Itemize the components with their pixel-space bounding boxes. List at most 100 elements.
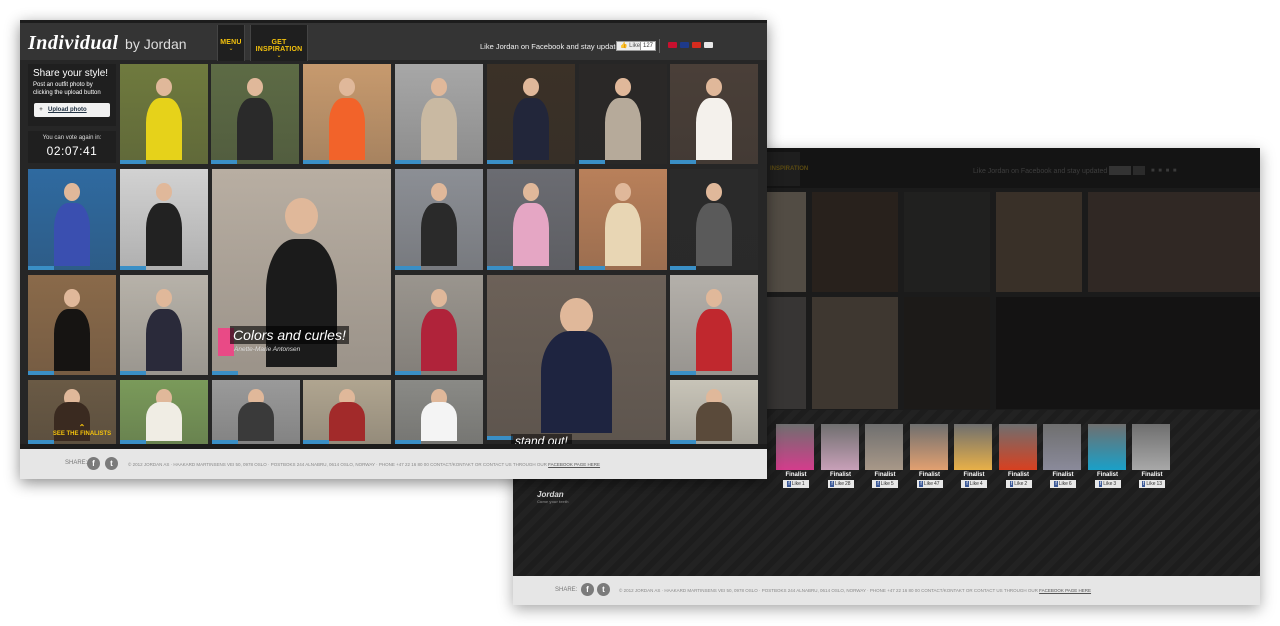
finalist-like-count: 13 [1156,481,1163,487]
photo-tile[interactable] [670,64,758,164]
photo-tile[interactable] [303,380,391,444]
footer-text: © 2012 JORDAN AS · HAAKARD MARTINSENS VE… [128,462,547,467]
photo-tile[interactable] [395,275,483,375]
screenshot-stage: INSPIRATION Like Jordan on Facebook and … [0,0,1280,626]
twitter-icon[interactable]: t [105,457,118,470]
finalist-card[interactable]: Finalist f Like 6 [1043,424,1083,488]
finalist-card[interactable]: Finalist f Like 5 [865,424,905,488]
finalist-card[interactable]: Finalist f Like 47 [909,424,950,488]
photo-tile[interactable] [395,380,483,444]
finalist-label: Finalist [1096,472,1118,478]
back-photo-tile[interactable] [1088,192,1260,292]
photo-tile[interactable] [670,169,758,270]
finalist-photo[interactable] [820,424,859,470]
vote-indicator-bar [120,266,146,270]
back-photo-tile[interactable] [904,297,990,409]
finalist-like-button[interactable]: f Like 1 [783,480,809,488]
finalist-like-label: Like [834,481,844,487]
language-flag-icon[interactable] [704,42,713,48]
back-photo-tile[interactable] [812,297,898,409]
language-flag-icon[interactable] [692,42,701,48]
photo-tile[interactable] [670,275,758,375]
back-footer-copyright: © 2012 JORDAN AS · HAAKARD MARTINSENS VE… [619,588,1091,593]
language-flag-icon[interactable] [668,42,677,48]
photo-tile[interactable] [487,275,666,440]
finalist-card[interactable]: Finalist f Like 1 [776,424,816,488]
language-flag-icon[interactable] [680,42,689,48]
photo-tile[interactable] [579,64,667,164]
photo-tile[interactable] [211,64,299,164]
back-photo-tile[interactable] [996,297,1260,409]
finalist-photo[interactable] [776,424,814,470]
finalist-like-button[interactable]: f Like 2 [1005,480,1032,488]
finalist-like-button[interactable]: f Like 13 [1139,480,1165,488]
finalist-like-button[interactable]: f Like 3 [1094,480,1121,488]
photo-tile[interactable] [670,380,758,444]
vote-countdown: 02:07:41 [46,144,98,158]
finalist-card[interactable]: Finalist f Like 13 [1132,424,1172,488]
photo-tile[interactable] [212,380,300,444]
vote-indicator-bar [120,160,146,164]
photo-tile[interactable] [28,169,116,270]
finalist-photo[interactable] [909,424,948,470]
facebook-icon: f [787,481,791,487]
upload-photo-button[interactable]: + Upload photo [34,103,110,117]
vote-label: You can vote again in: [42,135,102,141]
photo-tile[interactable] [579,169,667,270]
photo-subject-head [247,78,263,96]
facebook-icon[interactable]: f [581,583,594,596]
photo-tile[interactable] [120,380,208,444]
finalist-card[interactable]: Finalist f Like 28 [820,424,861,488]
twitter-icon[interactable]: t [597,583,610,596]
photo-tile[interactable] [395,64,483,164]
vote-indicator-bar [670,371,696,375]
finalist-like-label: Like [923,481,933,487]
finalist-photo[interactable] [1087,424,1126,470]
photo-tile[interactable] [120,64,208,164]
photo-tile[interactable] [487,169,575,270]
finalist-label: Finalist [963,472,985,478]
photo-tile[interactable] [395,169,483,270]
vote-indicator-bar [303,160,329,164]
facebook-icon[interactable]: f [87,457,100,470]
finalist-photo[interactable] [998,424,1037,470]
finalist-photo[interactable] [1043,424,1081,470]
upload-label: Upload photo [48,107,87,113]
finalist-like-button[interactable]: f Like 47 [916,480,943,488]
finalist-photo[interactable] [865,424,903,470]
finalist-label: Finalist [1052,472,1074,478]
finalist-like-button[interactable]: f Like 28 [827,480,854,488]
photo-subject-body [421,309,457,371]
photo-tile[interactable] [28,275,116,375]
back-facebook-page-link[interactable]: FACEBOOK PAGE HERE [1039,588,1091,593]
finalist-like-button[interactable]: f Like 4 [961,480,987,488]
finalist-like-button[interactable]: f Like 6 [1050,480,1076,488]
finalist-photo[interactable] [954,424,992,470]
photo-tile[interactable] [487,64,575,164]
photo-subject-body [696,309,732,371]
finalist-card[interactable]: Finalist f Like 4 [954,424,994,488]
finalist-photo[interactable] [1132,424,1170,470]
brand-logo[interactable]: Individual by Jordan [28,32,187,55]
photo-tile[interactable] [303,64,391,164]
chevron-down-icon: ⌄ [276,53,282,59]
finalist-like-count: 6 [1068,481,1072,487]
share-title: Share your style! [33,68,109,79]
nav-menu-button[interactable]: MENU ⌄ [217,25,245,61]
nav-menu-label: MENU [220,39,242,46]
back-photo-tile[interactable] [904,192,990,292]
photo-tile[interactable] [120,169,208,270]
back-like-button[interactable] [1109,166,1131,175]
back-photo-tile[interactable] [812,192,898,292]
share-label: SHARE: [65,460,88,466]
finalist-like-button[interactable]: f Like 5 [872,480,898,488]
back-photo-tile[interactable] [996,192,1082,292]
facebook-page-link[interactable]: FACEBOOK PAGE HERE [548,462,600,467]
finalist-card[interactable]: Finalist f Like 2 [998,424,1039,488]
photo-tile[interactable] [120,275,208,375]
nav-inspiration-button[interactable]: GET INSPIRATION ⌄ [250,25,308,61]
back-language-flags[interactable]: ■ ■ ■ ■ [1151,168,1178,174]
finalist-card[interactable]: Finalist f Like 3 [1087,424,1128,488]
see-finalists-link[interactable]: ⌃ SEE THE FINALISTS [50,424,114,438]
back-nav-inspiration[interactable]: INSPIRATION [765,152,808,186]
